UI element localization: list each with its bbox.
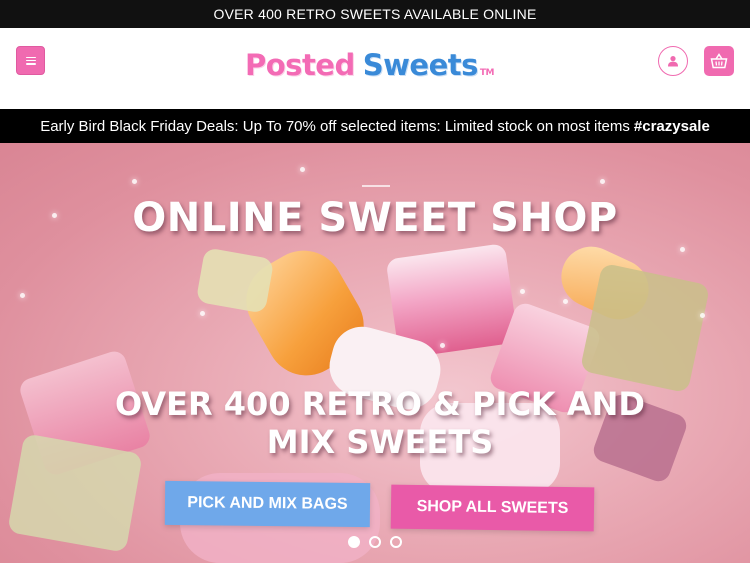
pick-and-mix-bags-button[interactable]: PICK AND MIX BAGS: [164, 480, 371, 528]
announcement-text: OVER 400 RETRO SWEETS AVAILABLE ONLINE: [213, 6, 537, 22]
sparkle: [700, 313, 705, 318]
sweet-jelly-right: [579, 262, 711, 394]
sparkle: [520, 289, 525, 294]
promo-text: Early Bird Black Friday Deals: Up To 70%…: [40, 117, 630, 135]
promo-banner[interactable]: Early Bird Black Friday Deals: Up To 70%…: [0, 109, 750, 143]
sparkle: [680, 247, 685, 252]
announcement-bar: OVER 400 RETRO SWEETS AVAILABLE ONLINE: [0, 0, 750, 28]
hamburger-icon: [25, 56, 36, 65]
account-button[interactable]: [658, 46, 688, 76]
hero-title: ONLINE SWEET SHOP: [132, 195, 618, 241]
sweet-lime: [195, 247, 275, 314]
site-logo[interactable]: Posted Sweets TM: [245, 42, 494, 82]
user-icon: [668, 56, 678, 67]
slider-dots: [348, 536, 402, 548]
logo-trademark: TM: [479, 68, 495, 78]
shop-all-sweets-button[interactable]: SHOP ALL SWEETS: [390, 484, 595, 532]
slider-dot-1[interactable]: [348, 536, 360, 548]
hero-divider: [362, 185, 390, 187]
sparkle: [300, 167, 305, 172]
basket-icon: [710, 53, 728, 69]
cart-button[interactable]: [704, 46, 734, 76]
slider-dot-3[interactable]: [390, 536, 402, 548]
site-header: Posted Sweets TM: [0, 28, 750, 109]
sparkle: [600, 179, 605, 184]
promo-hashtag: #crazysale: [633, 117, 710, 135]
sparkle: [563, 299, 568, 304]
sparkle: [200, 311, 205, 316]
sparkle: [440, 343, 445, 348]
slider-dot-2[interactable]: [369, 536, 381, 548]
sparkle: [132, 179, 137, 184]
menu-button[interactable]: [16, 46, 45, 75]
logo-word-sweets: Sweets: [362, 48, 479, 82]
hero-slider: ONLINE SWEET SHOP OVER 400 RETRO & PICK …: [0, 143, 750, 563]
sparkle: [20, 293, 25, 298]
hero-subtitle: OVER 400 RETRO & PICK AND MIX SWEETS: [115, 385, 645, 461]
logo-word-posted: Posted: [245, 48, 355, 82]
